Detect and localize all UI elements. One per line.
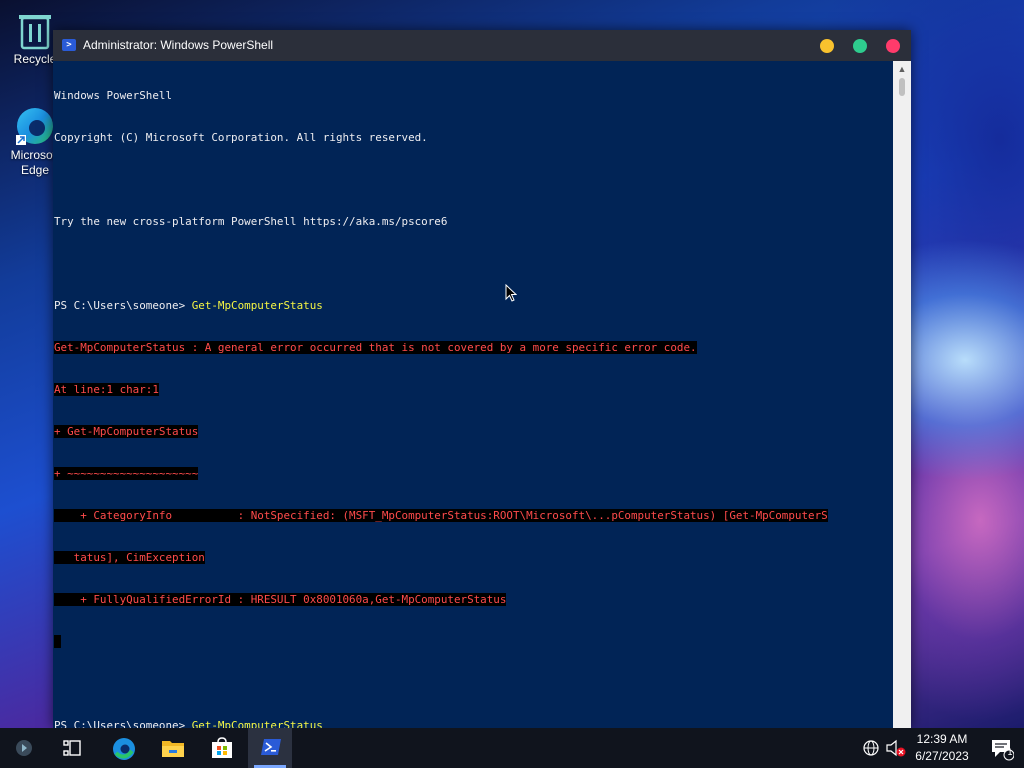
edge-icon: [16, 108, 53, 145]
network-status-button[interactable]: [858, 728, 882, 768]
scroll-thumb[interactable]: [899, 78, 905, 96]
error-line: At line:1 char:1: [54, 383, 892, 397]
error-line: [54, 635, 892, 649]
error-text: At line:1 char:1: [54, 383, 159, 396]
edge-icon: [113, 738, 135, 760]
desktop: Recycle Microsoft Edge > Administrator: …: [0, 0, 1024, 768]
maximize-button[interactable]: [853, 39, 867, 53]
prompt-text: PS C:\Users\someone>: [54, 719, 192, 728]
start-button[interactable]: [2, 728, 46, 768]
error-line: + CategoryInfo : NotSpecified: (MSFT_MpC…: [54, 509, 892, 523]
taskbar: 12:39 AM 6/27/2023 1: [0, 728, 1024, 768]
scroll-up-arrow-icon[interactable]: ▲: [893, 61, 911, 77]
powershell-icon: [261, 739, 281, 755]
minimize-button[interactable]: [820, 39, 834, 53]
error-line: Get-MpComputerStatus : A general error o…: [54, 341, 892, 355]
vertical-scrollbar[interactable]: ▲: [893, 61, 911, 728]
console-prompt-line: PS C:\Users\someone> Get-MpComputerStatu…: [54, 719, 892, 728]
console-line: Windows PowerShell: [54, 89, 173, 102]
start-button-icon: [16, 740, 32, 756]
error-text: + Get-MpComputerStatus: [54, 425, 199, 438]
powershell-icon: >: [62, 39, 76, 51]
notification-count-badge: 1: [1007, 748, 1013, 758]
close-button[interactable]: [886, 39, 900, 53]
mouse-pointer-icon: [505, 284, 517, 302]
tray-date: 6/27/2023: [915, 749, 969, 763]
task-view-button[interactable]: [50, 728, 94, 768]
error-line: + ~~~~~~~~~~~~~~~~~~~~: [54, 467, 892, 481]
volume-button[interactable]: [882, 728, 908, 768]
notification-center-button[interactable]: 1: [978, 728, 1022, 768]
error-text: [54, 635, 61, 648]
taskbar-edge-button[interactable]: [100, 728, 144, 768]
error-text: + CategoryInfo : NotSpecified: (MSFT_MpC…: [54, 509, 828, 522]
powershell-window: > Administrator: Windows PowerShell Wind…: [53, 30, 911, 728]
taskbar-store-button[interactable]: [198, 728, 242, 768]
tray-time: 12:39 AM: [916, 732, 968, 746]
console-line: Copyright (C) Microsoft Corporation. All…: [54, 131, 428, 144]
recycle-bin-icon: [19, 15, 51, 50]
desktop-icon-label: Recycle: [13, 52, 57, 66]
command-text: Get-MpComputerStatus: [191, 299, 323, 312]
prompt-text: PS C:\Users\someone>: [54, 299, 192, 312]
error-text: Get-MpComputerStatus : A general error o…: [54, 341, 697, 354]
command-text: Get-MpComputerStatus: [191, 719, 323, 728]
error-text: tatus], CimException: [54, 551, 205, 564]
task-view-icon: [63, 740, 81, 756]
error-line: + FullyQualifiedErrorId : HRESULT 0x8001…: [54, 593, 892, 607]
console-prompt-line: PS C:\Users\someone> Get-MpComputerStatu…: [54, 299, 892, 313]
error-text: + FullyQualifiedErrorId : HRESULT 0x8001…: [54, 593, 507, 606]
error-line: tatus], CimException: [54, 551, 892, 565]
globe-icon: [863, 740, 879, 756]
taskbar-powershell-button[interactable]: [248, 728, 292, 768]
file-explorer-icon: [162, 741, 184, 757]
volume-muted-icon: [886, 739, 906, 757]
console-line: Try the new cross-platform PowerShell ht…: [54, 215, 448, 228]
error-line: + Get-MpComputerStatus: [54, 425, 892, 439]
store-icon: [212, 737, 232, 758]
console-output[interactable]: Windows PowerShell Copyright (C) Microso…: [54, 61, 892, 728]
taskbar-file-explorer-button[interactable]: [149, 728, 193, 768]
window-titlebar[interactable]: > Administrator: Windows PowerShell: [53, 30, 911, 61]
window-title: Administrator: Windows PowerShell: [83, 38, 274, 52]
error-text: + ~~~~~~~~~~~~~~~~~~~~: [54, 467, 199, 480]
